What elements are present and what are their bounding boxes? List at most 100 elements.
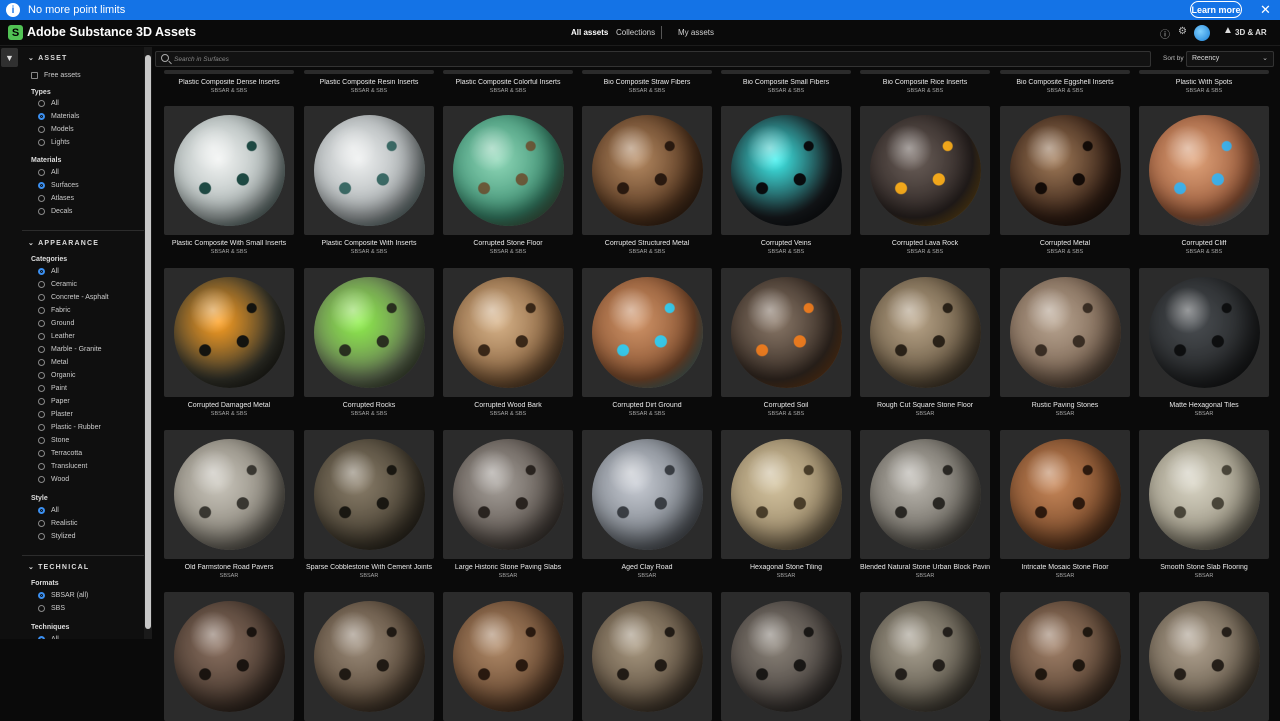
asset-thumbnail-partial[interactable] xyxy=(721,70,851,74)
help-icon[interactable]: ⓘ xyxy=(1160,26,1170,41)
asset-thumbnail[interactable] xyxy=(860,430,990,559)
type-lights[interactable]: Lights xyxy=(38,139,70,146)
radio-button[interactable] xyxy=(38,169,45,176)
asset-card-label[interactable]: Rustic Paving Stones SBSAR xyxy=(1000,402,1130,417)
radio-button[interactable] xyxy=(38,333,45,340)
radio-button[interactable] xyxy=(38,507,45,514)
asset-thumbnail[interactable] xyxy=(443,592,573,721)
asset-thumbnail[interactable] xyxy=(164,268,294,397)
asset-card-label[interactable]: Smooth Stone Slab Flooring SBSAR xyxy=(1139,564,1269,579)
radio-button[interactable] xyxy=(38,424,45,431)
asset-thumbnail[interactable] xyxy=(164,430,294,559)
asset-thumbnail[interactable] xyxy=(582,430,712,559)
radio-button[interactable] xyxy=(38,281,45,288)
asset-card-label[interactable]: Bio Composite Rice Inserts SBSAR & SBS xyxy=(860,79,990,94)
search-input[interactable] xyxy=(174,53,1134,65)
radio-button[interactable] xyxy=(38,359,45,366)
asset-thumbnail[interactable] xyxy=(721,592,851,721)
asset-thumbnail[interactable] xyxy=(860,268,990,397)
asset-card-label[interactable]: Intricate Mosaic Stone Floor SBSAR xyxy=(1000,564,1130,579)
asset-thumbnail-partial[interactable] xyxy=(582,70,712,74)
category-fabric[interactable]: Fabric xyxy=(38,307,70,314)
asset-thumbnail-partial[interactable] xyxy=(1000,70,1130,74)
radio-button[interactable] xyxy=(38,307,45,314)
avatar[interactable] xyxy=(1194,25,1210,41)
asset-thumbnail[interactable] xyxy=(860,106,990,235)
asset-thumbnail-partial[interactable] xyxy=(860,70,990,74)
radio-button[interactable] xyxy=(38,398,45,405)
category-ground[interactable]: Ground xyxy=(38,320,74,327)
checkbox[interactable] xyxy=(31,72,38,79)
nav-all-assets[interactable]: All assets xyxy=(571,28,608,37)
asset-card-label[interactable]: Blended Natural Stone Urban Block Paving… xyxy=(860,564,990,579)
style-realistic[interactable]: Realistic xyxy=(38,520,77,527)
asset-thumbnail[interactable] xyxy=(1000,268,1130,397)
style-all[interactable]: All xyxy=(38,507,59,514)
category-marble-granite[interactable]: Marble - Granite xyxy=(38,346,102,353)
asset-card-label[interactable]: Corrupted Soil SBSAR & SBS xyxy=(721,402,851,417)
asset-card-label[interactable]: Corrupted Metal SBSAR & SBS xyxy=(1000,240,1130,255)
radio-button[interactable] xyxy=(38,182,45,189)
category-plastic-rubber[interactable]: Plastic - Rubber xyxy=(38,424,101,431)
asset-card-label[interactable]: Plastic Composite Resin Inserts SBSAR & S… xyxy=(304,79,434,94)
asset-card-label[interactable]: Corrupted Cliff SBSAR & SBS xyxy=(1139,240,1269,255)
radio-button[interactable] xyxy=(38,463,45,470)
radio-button[interactable] xyxy=(38,268,45,275)
filter-icon[interactable]: ▼ xyxy=(1,48,18,67)
close-icon[interactable]: ✕ xyxy=(1260,2,1271,18)
format-sbsar-all-[interactable]: SBSAR (all) xyxy=(38,592,88,599)
asset-thumbnail[interactable] xyxy=(443,106,573,235)
asset-card-label[interactable]: Corrupted Lava Rock SBSAR & SBS xyxy=(860,240,990,255)
section-appearance[interactable]: ⌄ APPEARANCE xyxy=(28,239,99,247)
style-stylized[interactable]: Stylized xyxy=(38,533,76,540)
asset-thumbnail-partial[interactable] xyxy=(443,70,573,74)
sort-select[interactable]: Recency ⌄ xyxy=(1186,51,1274,67)
category-concrete-asphalt[interactable]: Concrete - Asphalt xyxy=(38,294,109,301)
asset-thumbnail-partial[interactable] xyxy=(304,70,434,74)
learn-more-button[interactable]: Learn more xyxy=(1190,1,1242,18)
asset-thumbnail[interactable] xyxy=(164,592,294,721)
asset-card-label[interactable]: Bio Composite Eggshell Inserts SBSAR & SB… xyxy=(1000,79,1130,94)
category-translucent[interactable]: Translucent xyxy=(38,463,87,470)
material-decals[interactable]: Decals xyxy=(38,208,72,215)
radio-button[interactable] xyxy=(38,320,45,327)
radio-button[interactable] xyxy=(38,411,45,418)
nav-collections[interactable]: Collections xyxy=(616,28,655,37)
category-stone[interactable]: Stone xyxy=(38,437,69,444)
category-all[interactable]: All xyxy=(38,268,59,275)
radio-button[interactable] xyxy=(38,520,45,527)
asset-thumbnail[interactable] xyxy=(1139,430,1269,559)
section-asset[interactable]: ⌄ ASSET xyxy=(28,54,67,62)
asset-card-label[interactable]: Plastic Composite With Small Inserts SBSA… xyxy=(164,240,294,255)
radio-button[interactable] xyxy=(38,605,45,612)
asset-thumbnail[interactable] xyxy=(721,106,851,235)
substance-logo-icon[interactable]: S xyxy=(8,25,23,40)
material-surfaces[interactable]: Surfaces xyxy=(38,182,79,189)
asset-thumbnail[interactable] xyxy=(1139,106,1269,235)
category-paper[interactable]: Paper xyxy=(38,398,70,405)
asset-card-label[interactable]: Large Historic Stone Paving Slabs SBSAR xyxy=(443,564,573,579)
asset-thumbnail[interactable] xyxy=(1000,430,1130,559)
radio-button[interactable] xyxy=(38,385,45,392)
asset-card-label[interactable]: Bio Composite Small Fibers SBSAR & SBS xyxy=(721,79,851,94)
asset-card-label[interactable]: Corrupted Stone Floor SBSAR & SBS xyxy=(443,240,573,255)
section-technical[interactable]: ⌄ TECHNICAL xyxy=(28,563,89,571)
asset-card-label[interactable]: Aged Clay Road SBSAR xyxy=(582,564,712,579)
asset-card-label[interactable]: Corrupted Dirt Ground SBSAR & SBS xyxy=(582,402,712,417)
radio-button[interactable] xyxy=(38,126,45,133)
category-leather[interactable]: Leather xyxy=(38,333,75,340)
nav-my-assets[interactable]: My assets xyxy=(678,28,714,37)
asset-card-label[interactable]: Corrupted Wood Bark SBSAR & SBS xyxy=(443,402,573,417)
category-plaster[interactable]: Plaster xyxy=(38,411,73,418)
radio-button[interactable] xyxy=(38,437,45,444)
category-wood[interactable]: Wood xyxy=(38,476,69,483)
material-atlases[interactable]: Atlases xyxy=(38,195,74,202)
asset-card-label[interactable]: Corrupted Rocks SBSAR & SBS xyxy=(304,402,434,417)
sidebar-scrollbar-thumb[interactable] xyxy=(145,55,151,629)
asset-thumbnail[interactable] xyxy=(1000,592,1130,721)
radio-button[interactable] xyxy=(38,100,45,107)
asset-card-label[interactable]: Rough Cut Square Stone Floor SBSAR xyxy=(860,402,990,417)
asset-thumbnail[interactable] xyxy=(582,106,712,235)
asset-card-label[interactable]: Corrupted Damaged Metal SBSAR & SBS xyxy=(164,402,294,417)
radio-button[interactable] xyxy=(38,195,45,202)
